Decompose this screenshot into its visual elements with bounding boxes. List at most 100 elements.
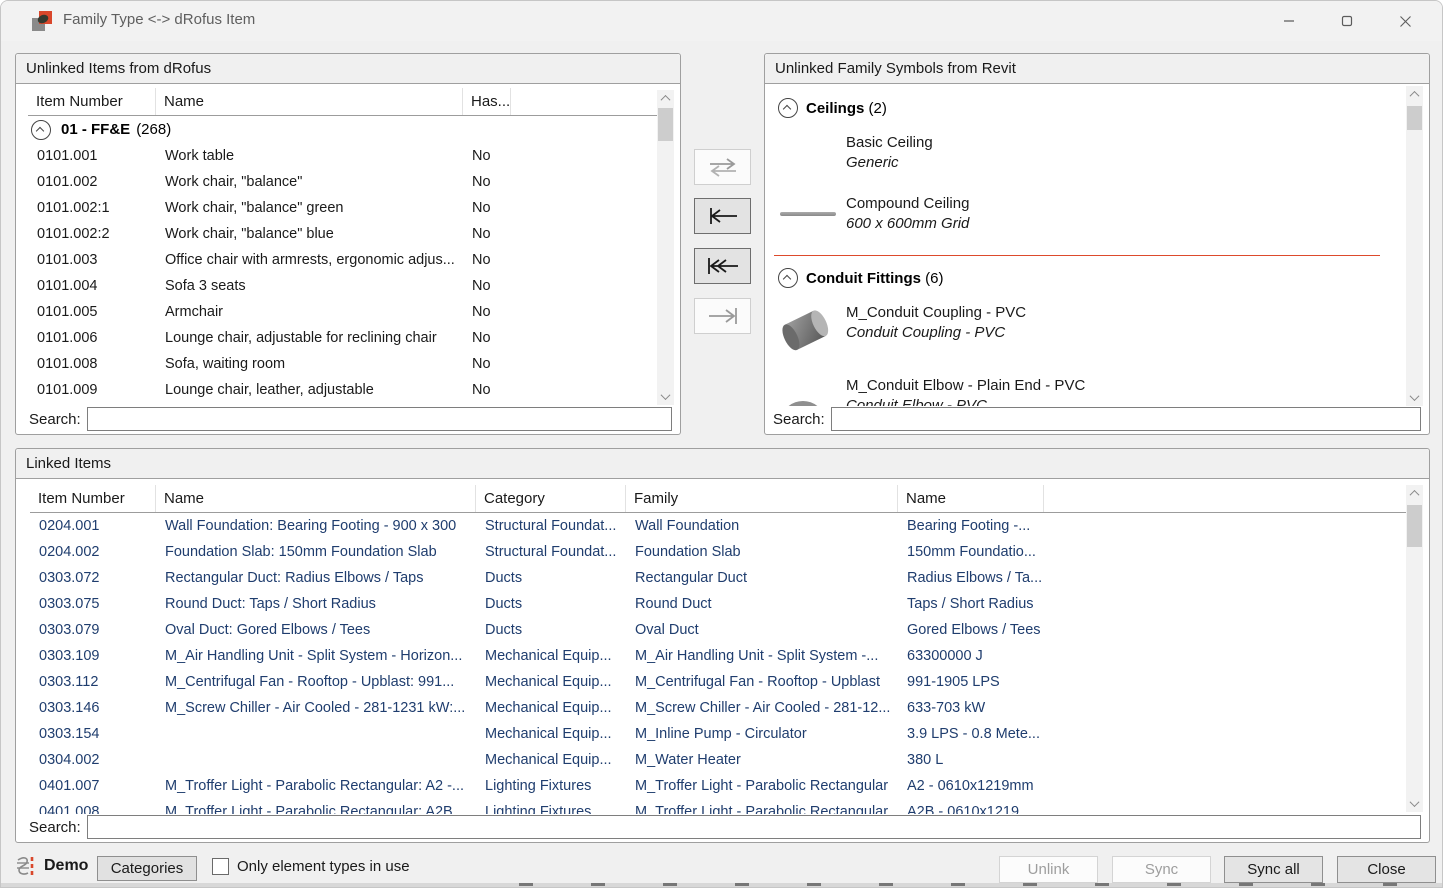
table-row[interactable]: 0101.002:1 Work chair, "balance" green N… — [28, 195, 658, 221]
table-row[interactable]: 0401.008 M_Troffer Light - Parabolic Rec… — [30, 799, 1406, 814]
collapse-group-icon[interactable] — [778, 98, 798, 118]
name-cell: M_Air Handling Unit - Split System - Hor… — [156, 643, 476, 669]
item-number-cell: 0101.002 — [28, 169, 156, 195]
transfer-swap-button[interactable] — [694, 149, 751, 185]
family-thumbnail — [780, 376, 846, 406]
collapse-group-icon[interactable] — [31, 120, 51, 140]
unlink-button[interactable]: Unlink — [999, 856, 1098, 883]
column-header-name[interactable]: Name — [156, 485, 476, 512]
item-number-cell: 0304.002 — [30, 747, 156, 773]
scroll-up-icon[interactable] — [1406, 86, 1423, 103]
item-number-cell: 0303.154 — [30, 721, 156, 747]
linked-search-input[interactable] — [87, 815, 1421, 839]
transfer-link-all-button[interactable] — [694, 248, 751, 284]
table-row[interactable]: 0101.002:2 Work chair, "balance" blue No — [28, 221, 658, 247]
family-symbol-item[interactable]: M_Conduit Coupling - PVC Conduit Couplin… — [780, 303, 1406, 355]
column-header-has[interactable]: Has... — [463, 88, 511, 115]
table-row[interactable]: 0204.002 Foundation Slab: 150mm Foundati… — [30, 539, 1406, 565]
table-row[interactable]: 0303.112 M_Centrifugal Fan - Rooftop - U… — [30, 669, 1406, 695]
column-header-family[interactable]: Family — [626, 485, 898, 512]
background-window-sliver — [1, 883, 1442, 887]
column-header-empty — [511, 88, 658, 115]
table-row[interactable]: 0401.007 M_Troffer Light - Parabolic Rec… — [30, 773, 1406, 799]
family-cell: Rectangular Duct — [626, 565, 898, 591]
table-row[interactable]: 0204.001 Wall Foundation: Bearing Footin… — [30, 513, 1406, 539]
table-row[interactable]: 0101.005 Armchair No — [28, 299, 658, 325]
transfer-unlink-to-revit-button[interactable] — [694, 298, 751, 334]
type-name-cell: Taps / Short Radius — [898, 591, 1044, 617]
table-row[interactable]: 0101.006 Lounge chair, adjustable for re… — [28, 325, 658, 351]
table-row[interactable]: 0304.002 Mechanical Equip... M_Water Hea… — [30, 747, 1406, 773]
type-name-cell: 991-1905 LPS — [898, 669, 1044, 695]
scroll-down-icon[interactable] — [1406, 389, 1423, 406]
family-symbol-item[interactable]: M_Conduit Elbow - Plain End - PVC Condui… — [780, 376, 1406, 406]
table-row[interactable]: 0101.004 Sofa 3 seats No — [28, 273, 658, 299]
left-search-input[interactable] — [87, 407, 672, 431]
family-cell: Wall Foundation — [626, 513, 898, 539]
close-button[interactable] — [1376, 1, 1434, 41]
family-symbol-item[interactable]: Compound Ceiling 600 x 600mm Grid — [780, 194, 1406, 234]
scroll-up-icon[interactable] — [657, 90, 674, 107]
table-row[interactable]: 0101.008 Sofa, waiting room No — [28, 351, 658, 377]
scrollbar-thumb[interactable] — [658, 108, 673, 141]
name-cell: Rectangular Duct: Radius Elbows / Taps — [156, 565, 476, 591]
item-number-cell: 0101.002:2 — [28, 221, 156, 247]
search-label: Search: — [773, 411, 825, 428]
title-bar: Family Type <-> dRofus Item — [1, 1, 1442, 41]
name-cell: Sofa, waiting room — [156, 351, 463, 377]
right-search-input[interactable] — [831, 407, 1421, 431]
table-row[interactable]: 0303.146 M_Screw Chiller - Air Cooled - … — [30, 695, 1406, 721]
table-row[interactable]: 0101.003 Office chair with armrests, erg… — [28, 247, 658, 273]
item-number-cell: 0303.146 — [30, 695, 156, 721]
column-header-category[interactable]: Category — [476, 485, 626, 512]
table-row[interactable]: 0303.154 Mechanical Equip... M_Inline Pu… — [30, 721, 1406, 747]
right-scrollbar[interactable] — [1406, 86, 1423, 406]
collapse-group-icon[interactable] — [778, 268, 798, 288]
arrow-to-bar-right-icon — [706, 306, 740, 326]
scroll-down-icon[interactable] — [1406, 795, 1423, 812]
scrollbar-thumb[interactable] — [1407, 106, 1422, 130]
group-separator-line — [774, 255, 1380, 256]
sync-button[interactable]: Sync — [1112, 856, 1211, 883]
item-number-cell: 0101.008 — [28, 351, 156, 377]
categories-button[interactable]: Categories — [97, 856, 197, 881]
column-header-name[interactable]: Name — [156, 88, 463, 115]
name-cell: Oval Duct: Gored Elbows / Tees — [156, 617, 476, 643]
item-number-cell: 0204.001 — [30, 513, 156, 539]
table-row[interactable]: 0101.002 Work chair, "balance" No — [28, 169, 658, 195]
item-number-cell: 0204.002 — [30, 539, 156, 565]
table-row[interactable]: 0303.109 M_Air Handling Unit - Split Sys… — [30, 643, 1406, 669]
type-name-cell: 380 L — [898, 747, 1044, 773]
category-cell: Ducts — [476, 591, 626, 617]
family-name: Basic Ceiling — [846, 133, 933, 153]
column-header-item-number[interactable]: Item Number — [30, 485, 156, 512]
table-row[interactable]: 0101.009 Lounge chair, leather, adjustab… — [28, 377, 658, 403]
only-in-use-checkbox[interactable] — [212, 858, 229, 875]
table-row[interactable]: 0303.075 Round Duct: Taps / Short Radius… — [30, 591, 1406, 617]
tree-group-header[interactable]: Conduit Fittings (6) — [778, 265, 1406, 291]
close-button[interactable]: Close — [1337, 856, 1436, 883]
minimize-button[interactable] — [1260, 1, 1318, 41]
left-scrollbar[interactable] — [657, 90, 674, 405]
group-count: (268) — [136, 121, 171, 138]
table-row[interactable]: 0303.072 Rectangular Duct: Radius Elbows… — [30, 565, 1406, 591]
table-row[interactable]: 0101.001 Work table No — [28, 143, 658, 169]
sync-all-button[interactable]: Sync all — [1224, 856, 1323, 883]
tree-group-header[interactable]: Ceilings (2) — [778, 95, 1406, 121]
family-cell: Oval Duct — [626, 617, 898, 643]
checkbox-label: Only element types in use — [237, 858, 410, 875]
column-header-item-number[interactable]: Item Number — [28, 88, 156, 115]
scrollbar-thumb[interactable] — [1407, 505, 1422, 547]
transfer-link-selected-button[interactable] — [694, 198, 751, 234]
family-cell: M_Water Heater — [626, 747, 898, 773]
group-row-ffe[interactable]: 01 - FF&E (268) — [28, 116, 658, 143]
family-cell: M_Troffer Light - Parabolic Rectangular — [626, 799, 898, 814]
column-header-type-name[interactable]: Name — [898, 485, 1044, 512]
type-name-cell: Gored Elbows / Tees — [898, 617, 1044, 643]
scroll-down-icon[interactable] — [657, 388, 674, 405]
table-row[interactable]: 0303.079 Oval Duct: Gored Elbows / Tees … — [30, 617, 1406, 643]
family-symbol-item[interactable]: Basic Ceiling Generic — [780, 133, 1406, 173]
maximize-button[interactable] — [1318, 1, 1376, 41]
scroll-up-icon[interactable] — [1406, 485, 1423, 502]
linked-scrollbar[interactable] — [1406, 485, 1423, 812]
